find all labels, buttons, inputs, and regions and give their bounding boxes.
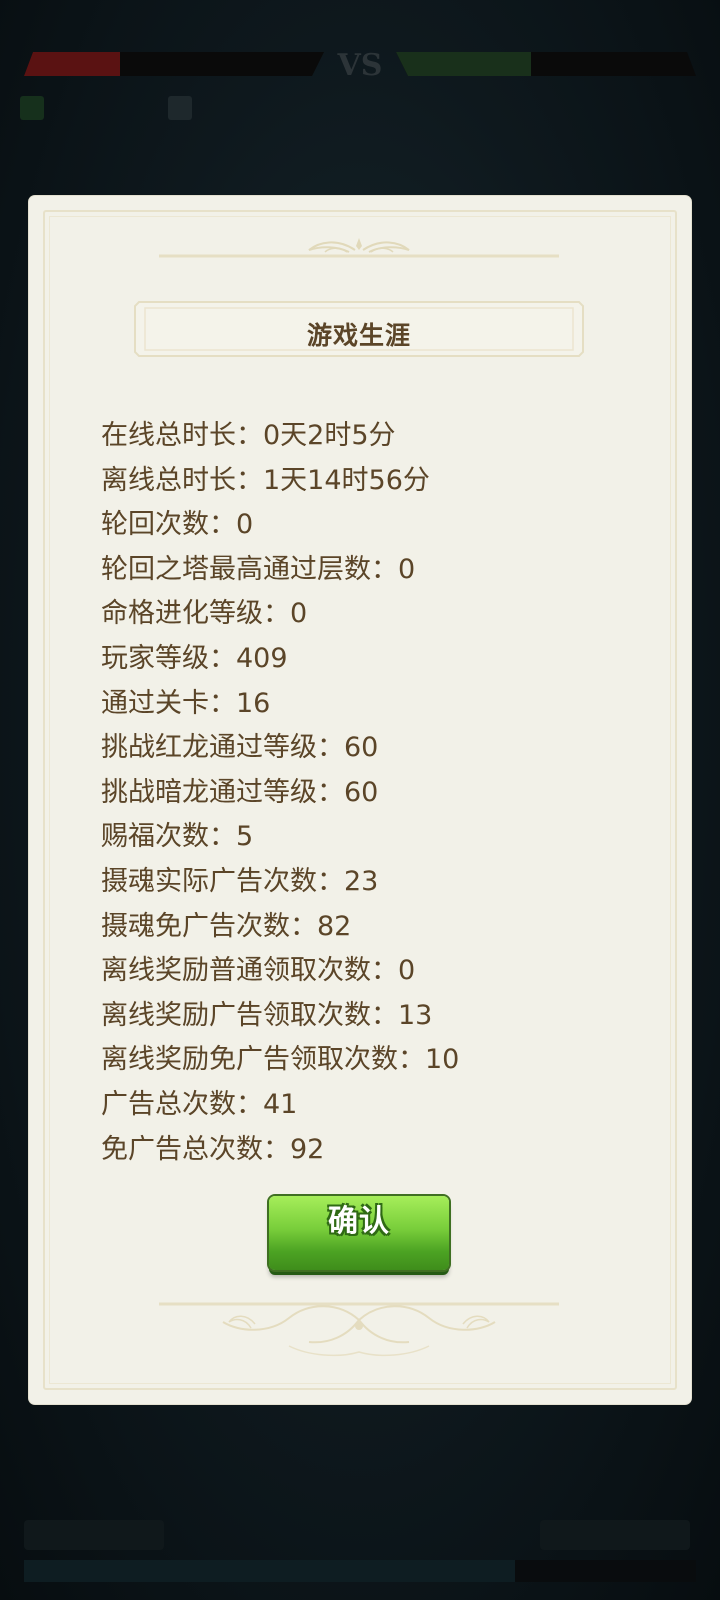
stat-row: 赐福次数：5: [101, 821, 254, 853]
player-health-fill: [24, 52, 120, 76]
player-health-bar: [24, 52, 324, 76]
experience-fill: [24, 1560, 515, 1582]
stat-row: 离线奖励免广告领取次数：10: [101, 1044, 460, 1076]
dialog-title-box: 游戏生涯: [133, 298, 585, 360]
stage-next-icon: [168, 96, 192, 120]
dialog-title: 游戏生涯: [306, 321, 411, 350]
career-stats-list[interactable]: 在线总时长：0天2时5分离线总时长：1天14时56分 轮回次数：0 轮回之塔最高通过…: [101, 414, 621, 1162]
stat-row: 通过关卡：16: [101, 687, 271, 719]
stat-row: 离线奖励广告领取次数：13: [101, 999, 433, 1031]
enemy-health-fill: [396, 52, 531, 76]
stat-row: 挑战红龙通过等级：60: [101, 732, 379, 764]
stat-row: 广告总次数：41: [101, 1088, 298, 1120]
stage-icon: [20, 96, 44, 120]
experience-bar: [24, 1560, 696, 1582]
enemy-health-bar: [396, 52, 696, 76]
stat-row: 在线总时长：0天2时5分: [101, 420, 396, 451]
bottom-right-label-shade: [540, 1520, 690, 1550]
stat-row: 摄魂实际广告次数：23: [101, 865, 379, 897]
bottom-ornament-icon: [159, 1302, 559, 1357]
stat-row: 轮回次数：0: [101, 509, 254, 541]
career-dialog: 游戏生涯 在线总时长：0天2时5分离线总时长：1天14时56分 轮回次数：0 轮回之…: [29, 196, 691, 1404]
confirm-button-label: 确认: [328, 1204, 390, 1239]
top-ornament-icon: [159, 238, 559, 258]
stat-row: 免广告总次数：92: [101, 1133, 325, 1163]
stat-row: 轮回之塔最高通过层数：0: [101, 553, 416, 585]
stat-row: 玩家等级：409: [101, 642, 288, 674]
stat-row: 摄魂免广告次数：82: [101, 910, 352, 942]
bottom-left-label-shade: [24, 1520, 164, 1550]
stat-row: 挑战暗龙通过等级：60: [101, 776, 379, 808]
stat-row: 离线奖励普通领取次数：0: [101, 955, 416, 987]
versus-icon: VS: [337, 48, 383, 83]
stat-row: 命格进化等级：0: [101, 598, 308, 630]
stat-row: 离线总时长：1天14时56分: [101, 464, 430, 496]
confirm-button[interactable]: 确认: [269, 1196, 449, 1270]
